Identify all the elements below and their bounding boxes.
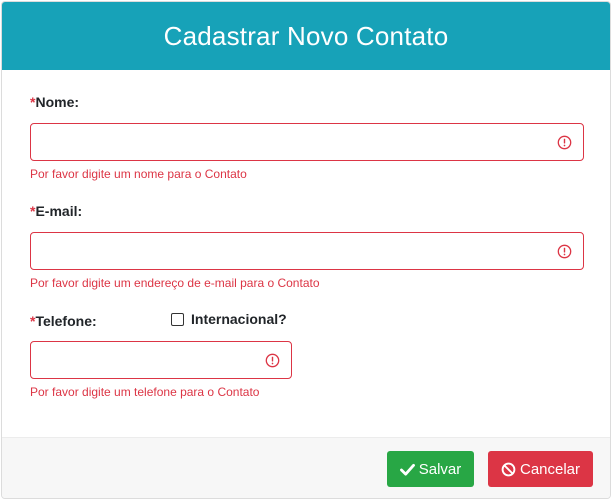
checkbox-box[interactable]	[171, 312, 184, 326]
telefone-input[interactable]	[31, 342, 291, 378]
nome-input[interactable]	[31, 124, 583, 160]
check-icon	[399, 463, 415, 476]
exclamation-circle-icon	[265, 353, 280, 368]
telefone-field-wrapper	[30, 341, 292, 379]
modal-title: Cadastrar Novo Contato	[163, 20, 449, 51]
telefone-label: *Telefone:	[30, 313, 97, 329]
telefone-error: Por favor digite um telefone para o Cont…	[30, 385, 260, 399]
modal-body: *Nome: Por favor digite um nome para o C…	[2, 70, 610, 436]
nome-label: *Nome:	[30, 94, 79, 110]
nome-label-text: Nome:	[35, 94, 80, 110]
email-input[interactable]	[31, 233, 583, 269]
telefone-label-text: Telefone:	[35, 313, 97, 329]
email-error: Por favor digite um endereço de e-mail p…	[30, 276, 320, 290]
modal-footer: Salvar Cancelar	[2, 437, 610, 498]
ban-icon	[501, 462, 516, 476]
save-button[interactable]: Salvar	[387, 451, 474, 487]
email-field-wrapper	[30, 232, 584, 270]
internacional-label: Internacional?	[191, 311, 287, 327]
internacional-checkbox[interactable]: Internacional?	[171, 311, 287, 327]
nome-field-wrapper	[30, 123, 584, 161]
save-button-label: Salvar	[418, 460, 462, 478]
cancel-button-label: Cancelar	[519, 460, 581, 478]
email-label: *E-mail:	[30, 203, 82, 219]
nome-error: Por favor digite um nome para o Contato	[30, 167, 247, 181]
exclamation-circle-icon	[557, 135, 572, 150]
cancel-button[interactable]: Cancelar	[488, 451, 593, 487]
exclamation-circle-icon	[557, 244, 572, 259]
contact-modal: Cadastrar Novo Contato *Nome: Por favor …	[1, 1, 611, 499]
modal-header: Cadastrar Novo Contato	[2, 2, 610, 70]
email-label-text: E-mail:	[35, 203, 83, 219]
